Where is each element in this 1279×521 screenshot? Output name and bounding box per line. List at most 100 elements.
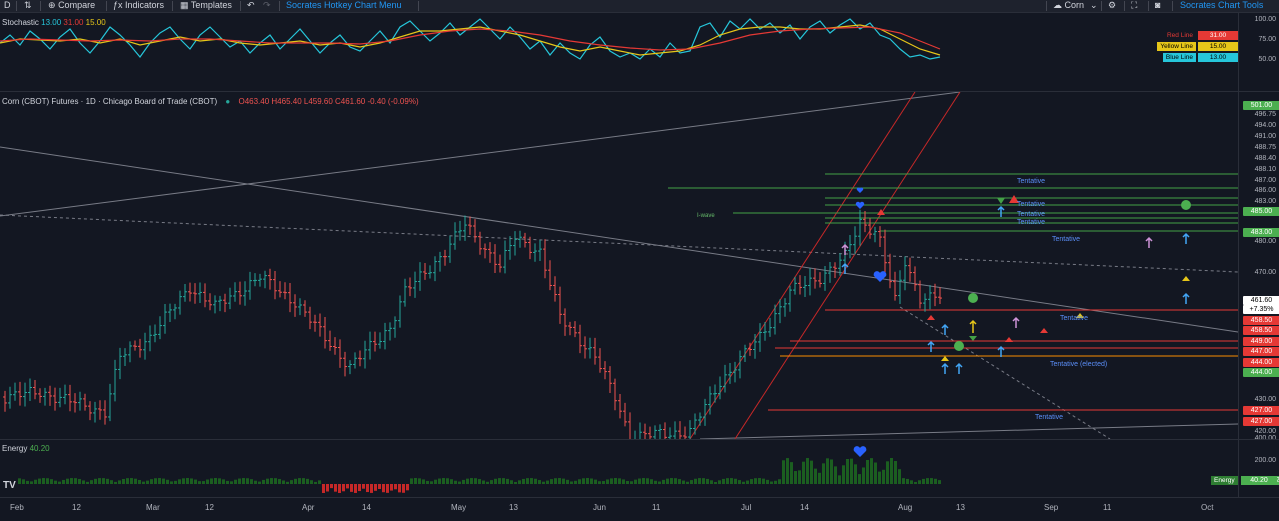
energy-bar — [914, 481, 917, 484]
energy-bar — [618, 478, 621, 484]
price-tag-green: 483.00 — [1243, 228, 1279, 237]
price-axis[interactable]: 501.00 496.75 494.00 491.00 488.75 488.4… — [1238, 92, 1279, 442]
price-pane[interactable]: Tentative Tentative Tentative Tentative … — [0, 92, 1238, 439]
energy-bar — [194, 479, 197, 484]
energy-plot — [18, 446, 941, 493]
energy-bar — [694, 478, 697, 484]
tradingview-logo-icon[interactable]: TV — [3, 480, 16, 491]
label-tentative: Tentative — [1017, 211, 1045, 218]
interval-icon[interactable]: ⇅ — [24, 0, 32, 12]
energy-bar — [402, 484, 405, 493]
energy-bar — [586, 478, 589, 484]
energy-bar — [406, 484, 409, 491]
energy-bar — [446, 478, 449, 484]
stochastic-pane[interactable]: Stochastic 13.00 31.00 15.00 Red Line 31… — [0, 13, 1238, 91]
energy-bar — [886, 461, 889, 484]
red-triangle-marker — [1040, 328, 1048, 333]
undo-icon[interactable]: ↶ — [247, 0, 255, 12]
indicators-button[interactable]: ƒx Indicators — [113, 0, 164, 12]
toolbar-divider — [418, 1, 419, 11]
chevron-down-icon[interactable]: ⌄ — [1090, 0, 1098, 12]
energy-bar — [630, 481, 633, 484]
energy-bar — [178, 479, 181, 484]
chart-tools-button[interactable]: Socrates Chart Tools — [1180, 0, 1263, 12]
redo-icon[interactable]: ↷ — [263, 0, 271, 12]
energy-bar — [806, 458, 809, 484]
energy-bar — [114, 481, 117, 484]
energy-bar — [226, 480, 229, 484]
stoch-axis-label: 100.00 — [1254, 16, 1276, 23]
green-dot-marker — [1181, 200, 1191, 210]
time-label: 11 — [1103, 503, 1112, 512]
energy-bar — [826, 458, 829, 484]
energy-bar — [658, 481, 661, 484]
toolbar-divider — [40, 1, 41, 11]
energy-bar — [170, 481, 173, 484]
trend-line-grey — [699, 423, 1238, 439]
energy-bar — [638, 478, 641, 484]
toolbar-divider — [106, 1, 107, 11]
symbol-title[interactable]: Corn (CBOT) Futures · 1D · Chicago Board… — [2, 97, 217, 106]
toolbar-divider — [1101, 1, 1102, 11]
energy-bar — [578, 479, 581, 484]
energy-bar — [786, 458, 789, 484]
energy-pane[interactable]: Energy 40.20 TV — [0, 440, 1238, 497]
time-axis[interactable]: Feb 12 Mar 12 Apr 14 May 13 Jun 11 Jul 1… — [0, 497, 1279, 521]
energy-bar — [518, 480, 521, 484]
candlestick-series — [3, 209, 942, 439]
energy-bar — [642, 478, 645, 484]
templates-button[interactable]: ▦ Templates — [180, 0, 232, 12]
up-arrow-yellow — [969, 319, 977, 333]
energy-bar — [814, 468, 817, 484]
energy-bar — [294, 478, 297, 484]
energy-bar — [366, 484, 369, 493]
main-header: Corn (CBOT) Futures · 1D · Chicago Board… — [2, 97, 419, 106]
symbol-switch-button[interactable]: ☁ Corn — [1053, 0, 1084, 12]
energy-bar — [930, 478, 933, 484]
price-label: 470.00 — [1254, 269, 1276, 276]
blue-heart-marker — [853, 446, 867, 457]
energy-bar — [130, 478, 133, 484]
legend-blue-value: 13.00 — [1198, 53, 1238, 62]
energy-axis[interactable]: 200.00 40.20 — [1238, 440, 1279, 497]
energy-bar — [842, 465, 845, 484]
hotkey-menu-button[interactable]: Socrates Hotkey Chart Menu — [286, 0, 402, 12]
camera-icon[interactable]: ◙ — [1155, 0, 1160, 12]
legend-red-value: 31.00 — [1198, 31, 1238, 40]
energy-bar — [614, 478, 617, 484]
price-tag-red: 444.00 — [1243, 358, 1279, 367]
energy-header: Energy 40.20 — [2, 444, 50, 453]
stochastic-axis[interactable]: 100.00 75.00 50.00 — [1238, 13, 1279, 91]
settings-icon[interactable]: ⚙ — [1108, 0, 1116, 12]
fullscreen-icon[interactable]: ⛶ — [1131, 0, 1137, 12]
energy-bar — [66, 478, 69, 484]
time-label: Oct — [1201, 503, 1214, 512]
energy-bar — [594, 479, 597, 484]
energy-bar — [830, 459, 833, 484]
energy-bar — [854, 464, 857, 484]
label-tentative: Tentative — [1052, 236, 1080, 243]
energy-bar — [746, 480, 749, 484]
energy-bar — [570, 481, 573, 484]
energy-bar — [646, 478, 649, 484]
energy-bar — [850, 458, 853, 484]
energy-value-tag: 40.20 — [1241, 476, 1277, 485]
blue-heart-marker — [873, 271, 887, 282]
energy-bar — [230, 481, 233, 484]
price-label: 487.00 — [1254, 177, 1276, 184]
cloud-icon: ☁ — [1053, 0, 1062, 10]
energy-bar — [486, 481, 489, 484]
time-label: 14 — [362, 503, 371, 512]
energy-bar — [718, 480, 721, 484]
energy-axis-label: 200.00 — [1254, 457, 1276, 464]
yellow-triangle-marker — [1182, 276, 1190, 281]
energy-bar — [674, 478, 677, 484]
energy-bar — [342, 484, 345, 492]
price-label: 494.00 — [1254, 122, 1276, 129]
trend-line-dashed — [0, 214, 1238, 273]
energy-bar — [462, 479, 465, 484]
green-triangle-marker — [997, 198, 1005, 204]
compare-button[interactable]: ⊕ Compare — [48, 0, 95, 12]
symbol-search-button[interactable]: D — [4, 0, 11, 12]
energy-bar — [650, 479, 653, 484]
